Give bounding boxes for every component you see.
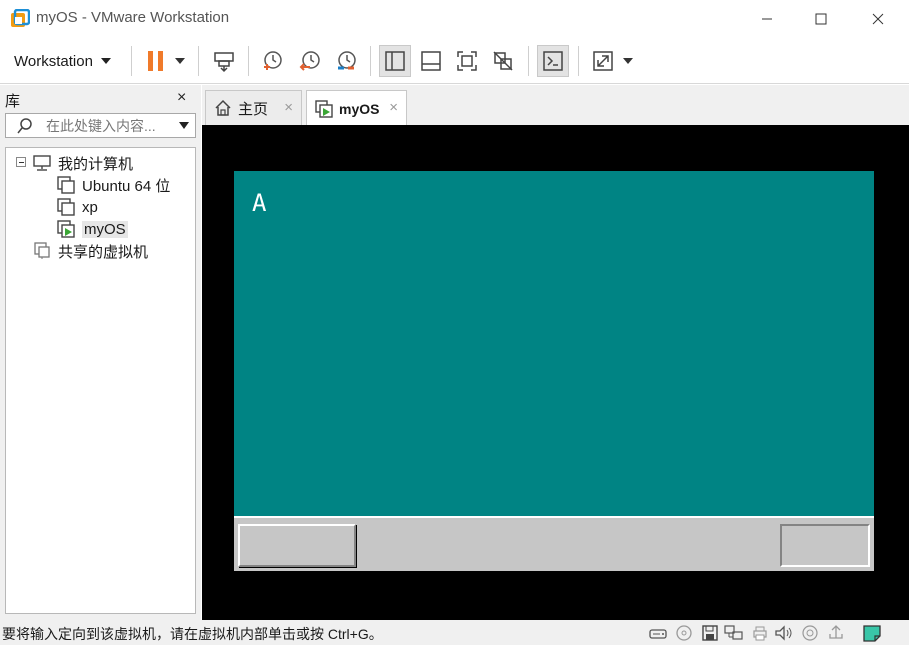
full-screen-button[interactable] (451, 45, 483, 77)
search-dropdown-chevron-icon[interactable] (179, 122, 189, 129)
tab-label: 主页 (238, 100, 269, 118)
stretch-dropdown-chevron-icon[interactable] (623, 58, 633, 64)
maximize-icon (815, 13, 827, 25)
thumbnail-bar-icon (421, 51, 441, 71)
toolbar: Workstation (0, 38, 909, 84)
shared-vm-icon (32, 242, 52, 260)
snapshot-manager-icon (338, 51, 356, 70)
chevron-down-icon (100, 58, 111, 64)
tree-item-vm-ubuntu[interactable]: Ubuntu 64 位 (56, 175, 170, 195)
guest-tray-area (780, 524, 870, 567)
power-dropdown-chevron-icon[interactable] (175, 58, 185, 64)
status-bar: 要将输入定向到该虚拟机，请在虚拟机内部单击或按 Ctrl+G。 (0, 620, 909, 645)
close-button[interactable] (851, 0, 905, 38)
console-view-icon (543, 51, 563, 71)
vmware-logo-icon (11, 9, 30, 27)
status-hint: 要将输入定向到该虚拟机，请在虚拟机内部单击或按 Ctrl+G。 (2, 626, 383, 642)
vm-running-icon (315, 99, 333, 118)
library-panel: 库 × 在此处键入内容... 我的计算机 Ubuntu 64 位 xp myOS… (0, 85, 201, 620)
library-tree: 我的计算机 Ubuntu 64 位 xp myOS 共享的虚拟机 (5, 147, 196, 614)
tab-label: myOS (339, 100, 380, 117)
title-bar: myOS - VMware Workstation (0, 0, 909, 38)
minimize-icon (762, 18, 772, 20)
toolbar-divider (370, 46, 371, 76)
guest-taskbar (234, 516, 874, 571)
tab-close-icon[interactable]: × (284, 99, 293, 116)
toolbar-divider (528, 46, 529, 76)
home-icon (215, 99, 231, 116)
library-view-icon (385, 51, 405, 71)
snapshot-manager-button[interactable] (330, 45, 362, 77)
message-icon[interactable] (862, 623, 882, 643)
guest-cursor-glyph: A (252, 189, 267, 217)
show-library-button[interactable] (379, 45, 411, 77)
network-icon[interactable] (724, 623, 744, 643)
tree-item-vm-xp[interactable]: xp (56, 197, 98, 217)
tree-item-label: Ubuntu 64 位 (82, 177, 171, 195)
fullscreen-icon (457, 51, 477, 71)
tab-home[interactable]: 主页 × (205, 90, 302, 125)
toolbar-divider (198, 46, 199, 76)
snapshot-revert-icon (299, 51, 320, 71)
floppy-icon[interactable] (700, 623, 720, 643)
cd-dvd-icon[interactable] (674, 623, 694, 643)
pause-button[interactable] (140, 45, 172, 77)
library-close-icon[interactable]: × (177, 89, 186, 107)
camera-icon[interactable] (800, 623, 820, 643)
tree-item-vm-myos[interactable]: myOS (56, 219, 128, 239)
guest-screen[interactable]: A (234, 171, 874, 571)
send-ctrl-alt-del-icon (214, 52, 234, 73)
snapshot-take-icon (264, 51, 282, 70)
computer-icon (32, 154, 52, 172)
tree-item-my-computer[interactable]: 我的计算机 (32, 153, 133, 173)
vm-icon (56, 198, 76, 216)
revert-snapshot-button[interactable] (294, 45, 326, 77)
toolbar-divider (578, 46, 579, 76)
library-title: 库 (5, 93, 21, 110)
unity-icon (493, 51, 513, 71)
hard-disk-icon[interactable] (648, 623, 668, 643)
workstation-menu[interactable]: Workstation (8, 46, 117, 76)
maximize-button[interactable] (794, 0, 848, 38)
tab-strip: 主页 × myOS × (202, 85, 909, 126)
toolbar-divider (248, 46, 249, 76)
toolbar-divider (131, 46, 132, 76)
stretch-guest-button[interactable] (587, 45, 619, 77)
stretch-guest-icon (593, 51, 613, 71)
collapse-toggle-icon[interactable] (16, 157, 26, 167)
vm-running-icon (56, 220, 76, 238)
search-input[interactable]: 在此处键入内容... (46, 116, 156, 136)
tab-close-icon[interactable]: × (389, 99, 398, 116)
close-icon (872, 13, 884, 25)
printer-icon[interactable] (750, 623, 770, 643)
tree-item-label: 共享的虚拟机 (58, 243, 149, 261)
pause-icon (148, 51, 163, 71)
unity-button[interactable] (487, 45, 519, 77)
minimize-button[interactable] (740, 0, 794, 38)
tab-myos[interactable]: myOS × (306, 90, 407, 126)
tree-item-label: xp (82, 198, 98, 216)
vm-icon (56, 176, 76, 194)
sound-icon[interactable] (774, 623, 794, 643)
send-ctrl-alt-del-button[interactable] (208, 45, 240, 77)
library-search-box[interactable]: 在此处键入内容... (5, 113, 196, 138)
thumbnail-bar-button[interactable] (415, 45, 447, 77)
console-view-button[interactable] (537, 45, 569, 77)
search-icon (17, 117, 32, 133)
tree-item-shared-vms[interactable]: 共享的虚拟机 (32, 241, 148, 261)
usb-icon[interactable] (826, 623, 846, 643)
vm-console[interactable]: A (202, 125, 909, 620)
guest-start-button[interactable] (238, 524, 356, 567)
tree-item-label: 我的计算机 (58, 155, 134, 173)
window-title: myOS - VMware Workstation (36, 9, 230, 26)
tree-item-label: myOS (82, 220, 128, 238)
take-snapshot-button[interactable] (256, 45, 288, 77)
workstation-menu-label: Workstation (14, 52, 93, 70)
